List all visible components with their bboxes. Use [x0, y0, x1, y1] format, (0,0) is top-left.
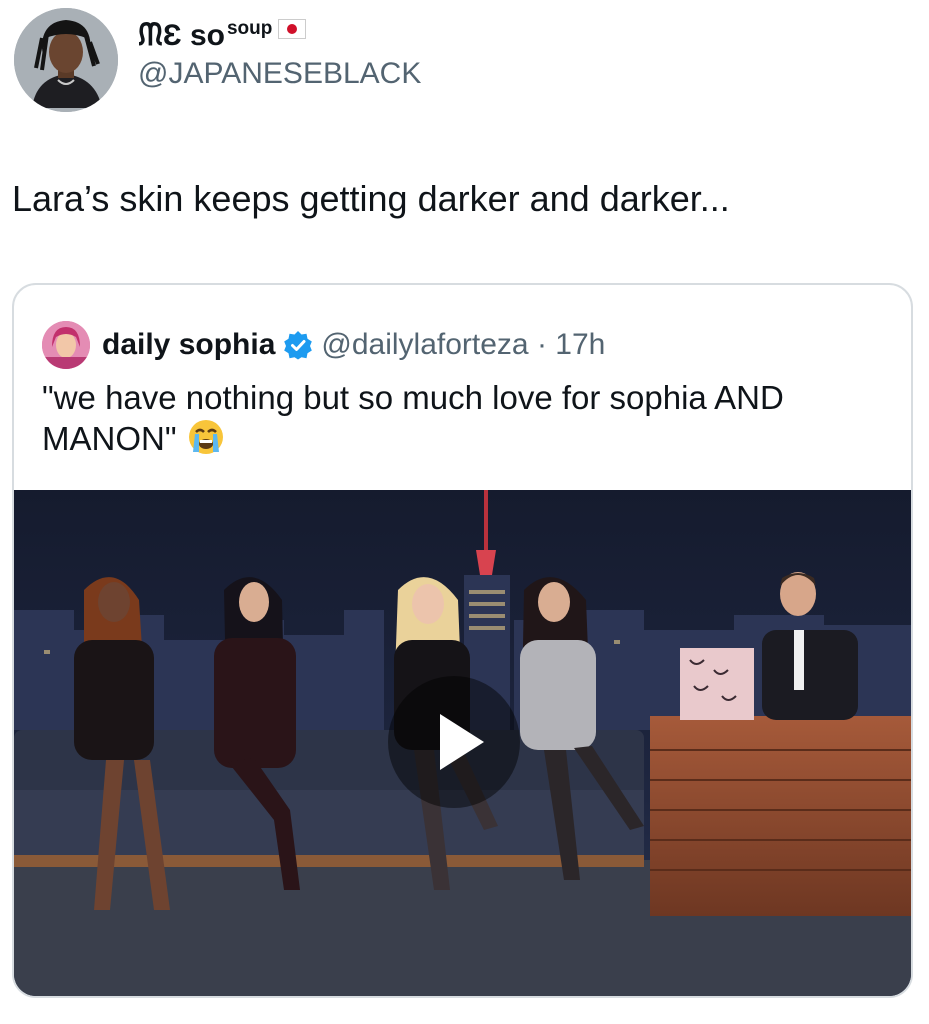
- tweet-text: Lara’s skin keeps getting darker and dar…: [12, 178, 730, 219]
- quoted-tweet-card[interactable]: daily sophia @dailylaforteza · 17h "we h…: [12, 283, 913, 998]
- quoted-tweet-text: "we have nothing but so much love for so…: [42, 377, 882, 459]
- japan-flag-icon: [278, 19, 307, 39]
- author-info: ᙏƐ so soup @JAPANESEBLACK: [138, 18, 421, 91]
- quoted-handle-and-time[interactable]: @dailylaforteza · 17h: [321, 328, 605, 362]
- video-thumbnail[interactable]: [14, 490, 911, 996]
- author-avatar[interactable]: [14, 8, 118, 112]
- author-display-name[interactable]: ᙏƐ so soup: [138, 18, 421, 53]
- loudly-crying-face-icon: [187, 418, 225, 456]
- author-handle[interactable]: @JAPANESEBLACK: [138, 57, 421, 91]
- tweet: ᙏƐ so soup @JAPANESEBLACK Lara’s skin kee…: [0, 0, 929, 1024]
- author-display-name-text: ᙏƐ so: [138, 19, 225, 52]
- quoted-tweet-header: daily sophia @dailylaforteza · 17h: [42, 321, 605, 369]
- quoted-author-avatar[interactable]: [42, 321, 90, 369]
- quoted-tweet-text-body: "we have nothing but so much love for so…: [42, 379, 784, 457]
- quoted-display-name[interactable]: daily sophia: [102, 328, 275, 362]
- play-icon[interactable]: [388, 676, 520, 808]
- author-display-name-sup: soup: [226, 18, 273, 39]
- verified-badge-icon: [283, 330, 313, 360]
